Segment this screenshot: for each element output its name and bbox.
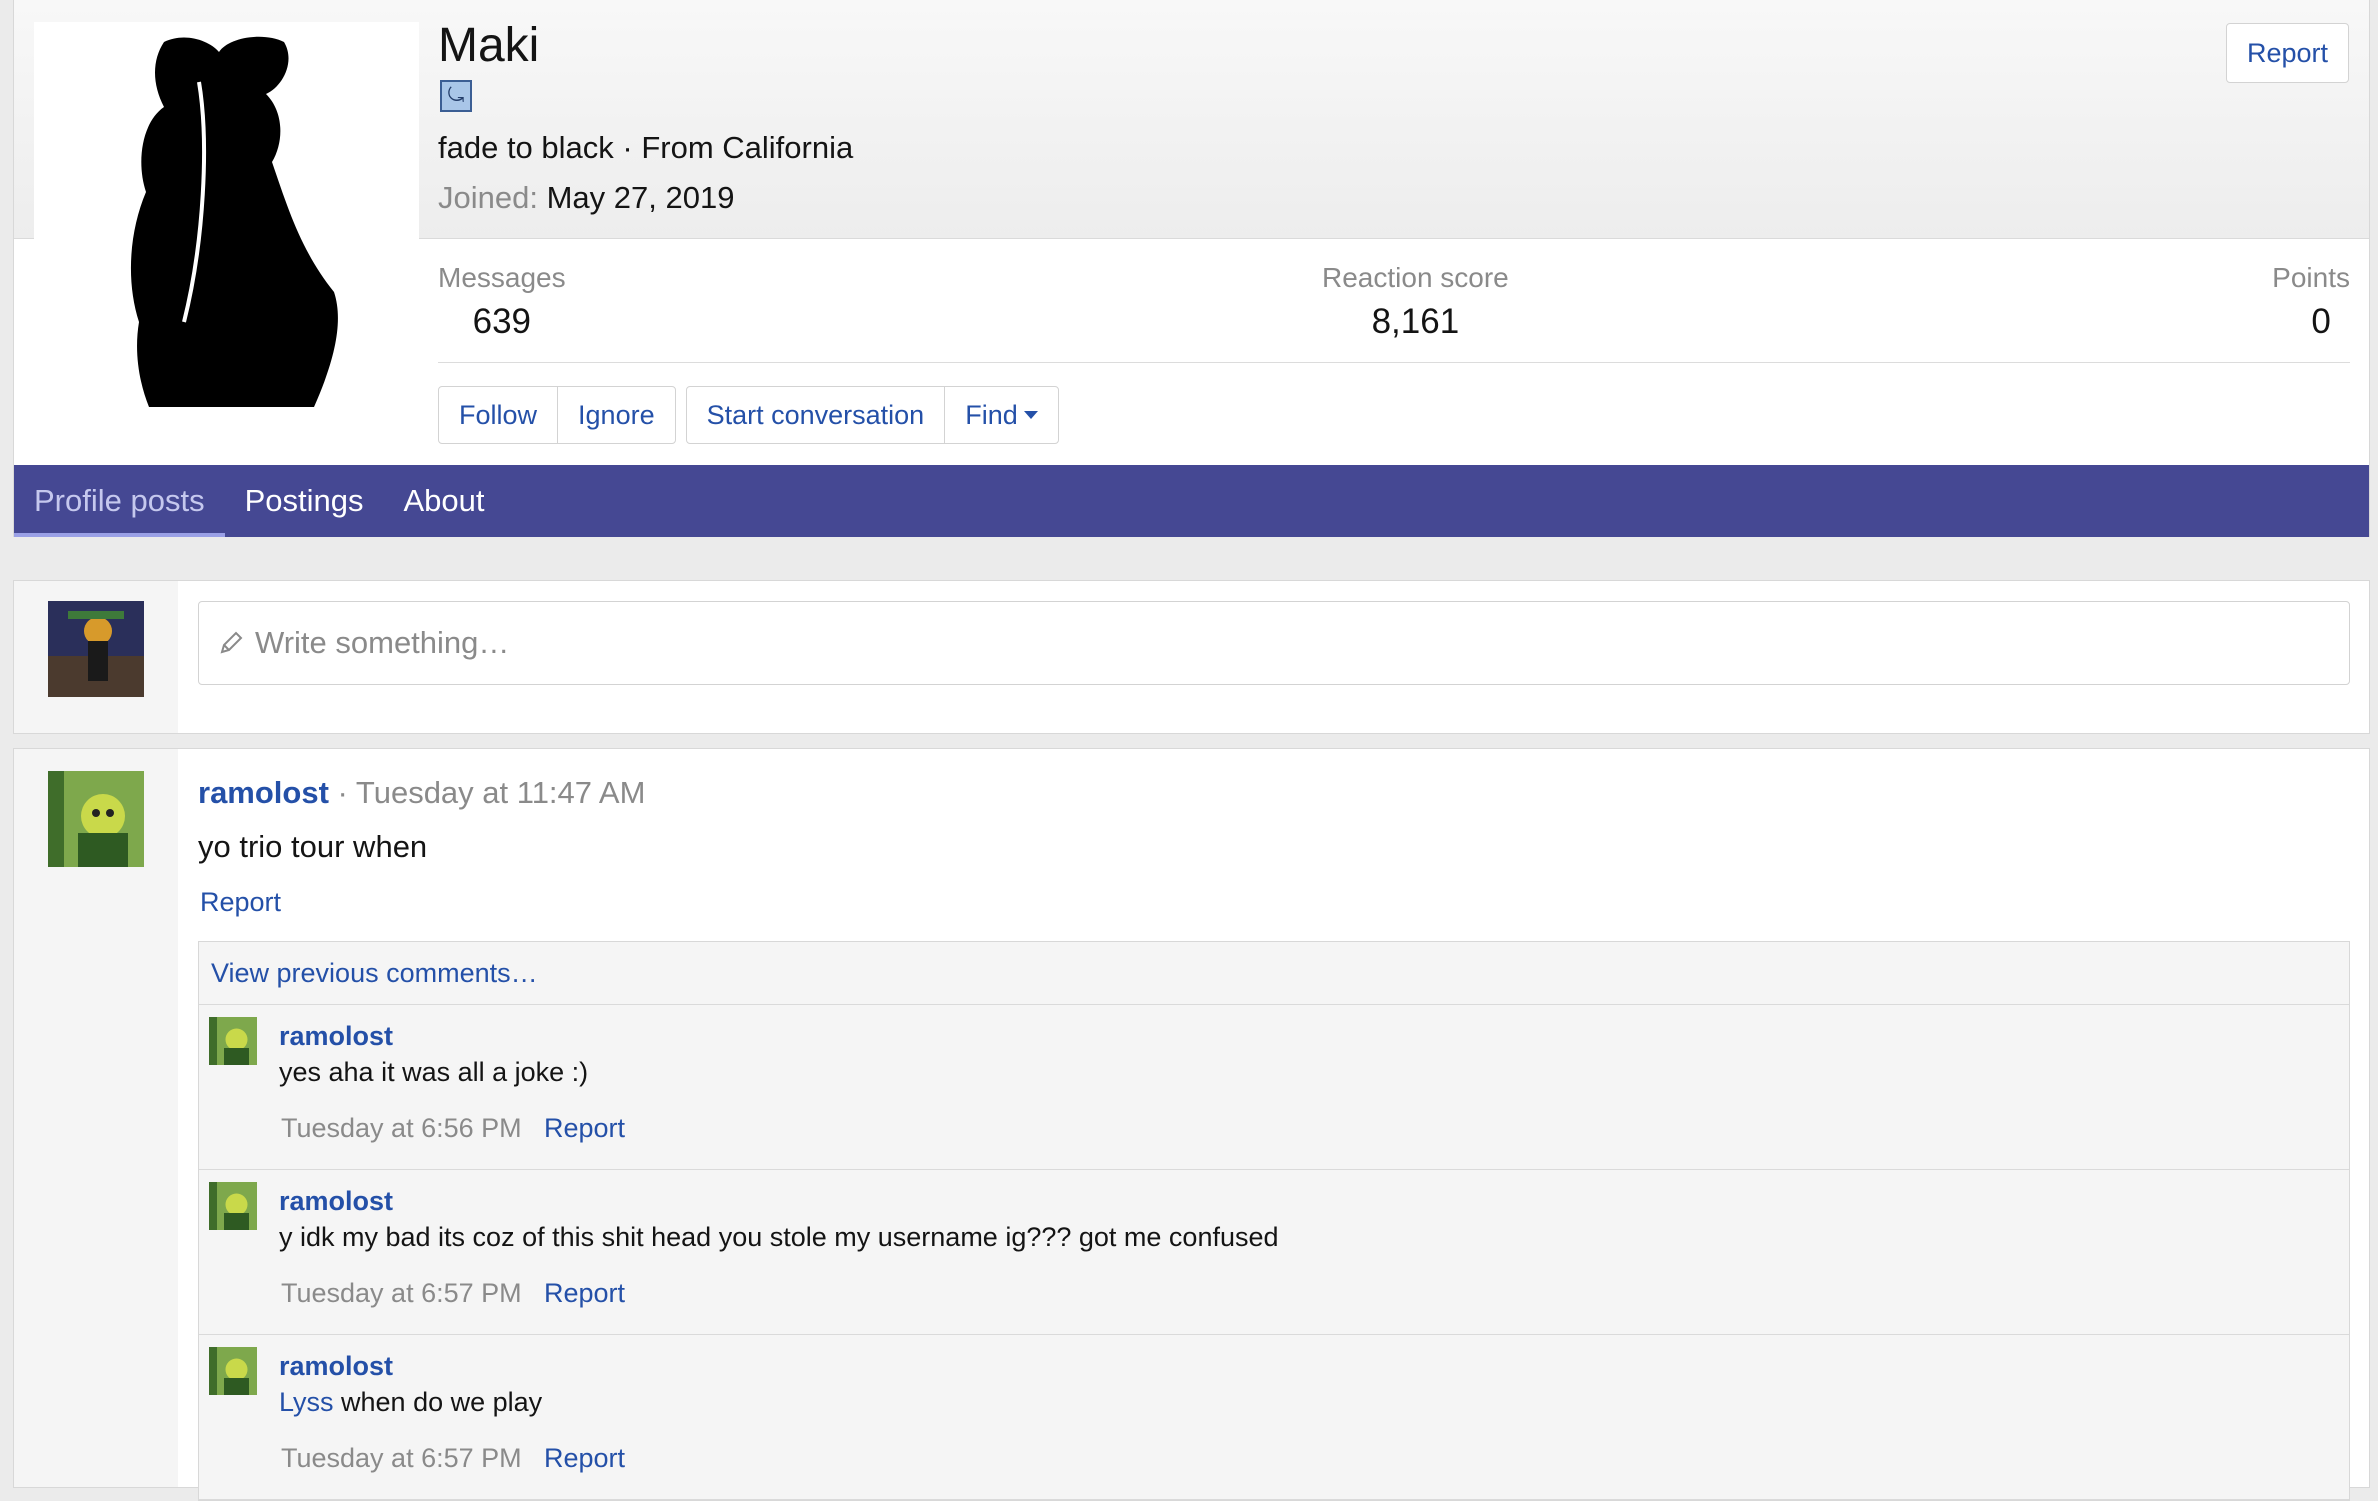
post-avatar-column	[14, 749, 178, 1487]
post-author-avatar[interactable]	[48, 771, 144, 867]
comment-report-link[interactable]: Report	[544, 1278, 625, 1309]
comment-author-link[interactable]: ramolost	[279, 1186, 393, 1217]
find-label: Find	[965, 399, 1018, 430]
comment-author-link[interactable]: ramolost	[279, 1351, 393, 1382]
stat-reaction-value: 8,161	[1371, 302, 1460, 341]
profile-joined: Joined: May 27, 2019	[438, 180, 734, 216]
user-mention-link[interactable]: Lyss	[279, 1387, 334, 1417]
tab-postings[interactable]: Postings	[225, 465, 384, 537]
stat-reaction-label: Reaction score	[1322, 262, 1509, 293]
joined-label: Joined:	[438, 180, 538, 215]
comment-item: ramolost y idk my bad its coz of this sh…	[199, 1170, 2349, 1335]
stat-reaction-score[interactable]: Reaction score 8,161	[1322, 262, 1509, 342]
pencil-icon	[220, 631, 243, 654]
comment-text-body: when do we play	[333, 1387, 543, 1417]
follow-ignore-group: Follow Ignore	[438, 386, 676, 444]
post-body: yo trio tour when	[198, 829, 428, 864]
tab-about[interactable]: About	[383, 465, 504, 537]
comment-item: ramolost Lyss when do we play Tuesday at…	[199, 1335, 2349, 1500]
tab-profile-posts[interactable]: Profile posts	[14, 465, 225, 537]
stat-messages-label: Messages	[438, 262, 566, 293]
comment-item: ramolost yes aha it was all a joke :) Tu…	[199, 1005, 2349, 1170]
stat-points-label: Points	[2272, 262, 2350, 293]
post-author-link[interactable]: ramolost	[198, 775, 329, 810]
comment-author-avatar[interactable]	[209, 1182, 257, 1230]
user-banner-icon: ⤿	[440, 80, 472, 112]
follow-button[interactable]: Follow	[439, 387, 557, 443]
profile-tabs: Profile posts Postings About	[14, 465, 2369, 537]
post-comments: View previous comments… ramolost yes aha…	[198, 941, 2350, 1501]
comment-timestamp[interactable]: Tuesday at 6:57 PM	[281, 1443, 522, 1474]
comment-timestamp[interactable]: Tuesday at 6:56 PM	[281, 1113, 522, 1144]
chevron-down-icon	[1023, 411, 1038, 419]
current-user-avatar[interactable]	[48, 601, 144, 697]
profile-header: Maki ⤿ fade to black · From California J…	[13, 0, 2370, 537]
profile-post: ramolost · Tuesday at 11:47 AM yo trio t…	[13, 748, 2370, 1501]
stat-points[interactable]: Points 0	[2272, 262, 2350, 342]
post-meta: ramolost · Tuesday at 11:47 AM	[198, 775, 645, 811]
write-placeholder: Write something…	[255, 625, 510, 660]
stat-messages-value: 639	[472, 302, 532, 341]
comment-text: Lyss when do we play	[279, 1387, 542, 1418]
write-profile-post: Write something…	[13, 580, 2370, 734]
write-something-input[interactable]: Write something…	[198, 601, 2350, 685]
comment-report-link[interactable]: Report	[544, 1113, 625, 1144]
comment-author-avatar[interactable]	[209, 1347, 257, 1395]
comment-timestamp[interactable]: Tuesday at 6:57 PM	[281, 1278, 522, 1309]
profile-avatar[interactable]	[34, 22, 419, 407]
comment-text: y idk my bad its coz of this shit head y…	[279, 1222, 1279, 1252]
comment-report-link[interactable]: Report	[544, 1443, 625, 1474]
profile-blurb: fade to black · From California	[438, 130, 854, 165]
post-timestamp[interactable]: · Tuesday at 11:47 AM	[338, 775, 646, 810]
stat-points-value: 0	[2311, 302, 2331, 341]
write-avatar-column	[14, 581, 178, 733]
view-previous-comments-link[interactable]: View previous comments…	[199, 942, 2349, 1005]
conversation-find-group: Start conversation Find	[685, 386, 1059, 444]
stat-messages[interactable]: Messages 639	[438, 262, 566, 342]
post-report-link[interactable]: Report	[200, 887, 281, 918]
report-profile-button[interactable]: Report	[2225, 23, 2349, 83]
start-conversation-button[interactable]: Start conversation	[687, 387, 945, 443]
profile-username: Maki	[438, 19, 540, 72]
profile-actions: Follow Ignore Start conversation Find	[438, 386, 1059, 444]
comment-text: yes aha it was all a joke :)	[279, 1057, 589, 1087]
find-dropdown-button[interactable]: Find	[944, 387, 1058, 443]
ignore-button[interactable]: Ignore	[557, 387, 675, 443]
comment-author-link[interactable]: ramolost	[279, 1021, 393, 1052]
joined-date: May 27, 2019	[546, 180, 735, 215]
comment-author-avatar[interactable]	[209, 1017, 257, 1065]
profile-stats: Messages 639 Reaction score 8,161 Points…	[438, 262, 2350, 363]
